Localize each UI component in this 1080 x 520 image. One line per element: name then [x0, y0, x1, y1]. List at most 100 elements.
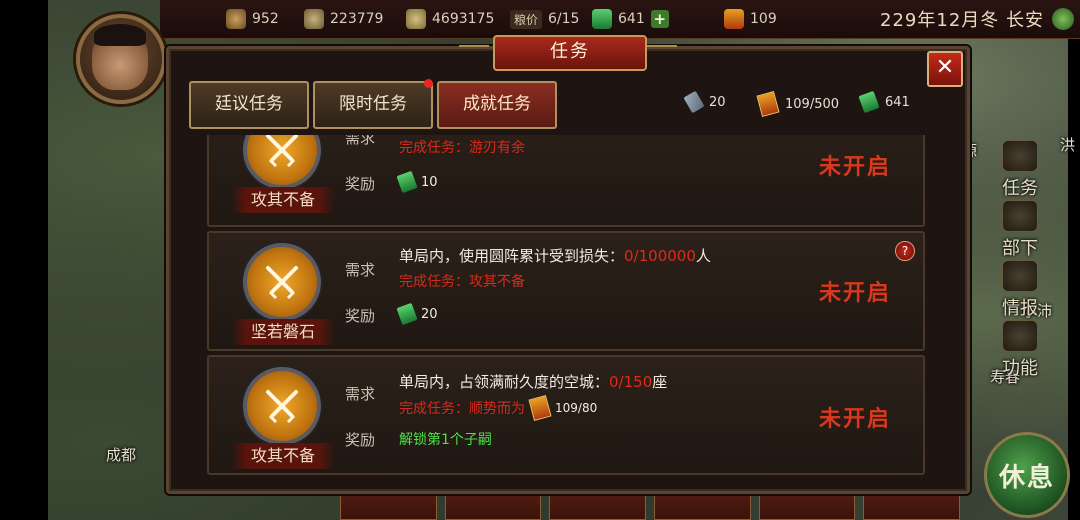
- reward: 解锁第1个子嗣: [399, 432, 492, 448]
- panel-title: 任务: [493, 35, 647, 71]
- tab-achievement-tasks[interactable]: 成就任务: [437, 81, 557, 129]
- resource-grain: 223779: [304, 8, 383, 30]
- title-ornament-left: [459, 45, 489, 61]
- task-card: 攻其不备 需求 单局内，占领满耐久度的空城：0/150座 完成任务：顺势而为 1…: [207, 355, 925, 475]
- crossed-swords-icon: [243, 243, 321, 321]
- coin-value: 952: [252, 11, 279, 27]
- resource-order: 109: [724, 8, 777, 30]
- coin-icon: [226, 9, 246, 29]
- stat-money-value: 641: [885, 94, 910, 110]
- help-icon[interactable]: ?: [895, 241, 915, 261]
- date-location: 229年12月冬 长安: [880, 10, 1044, 31]
- close-button[interactable]: ✕: [927, 51, 963, 87]
- reward-value: 10: [421, 174, 438, 190]
- grain-value: 223779: [330, 11, 384, 27]
- order-icon: [724, 9, 744, 29]
- order-icon: [756, 91, 780, 117]
- reward-value: 20: [421, 306, 438, 322]
- requirement-progress: 0/100000: [624, 247, 696, 265]
- task-status: 未开启: [819, 280, 892, 306]
- task-status: 未开启: [819, 406, 892, 432]
- resource-wheat: 4693175: [406, 8, 494, 30]
- side-menu-subordinates-label: 部下: [1002, 238, 1038, 259]
- requirement-label: 需求: [345, 135, 376, 147]
- task-list[interactable]: 攻其不备 需求 完成任务：游刃有余 奖励 10 未开启 坚若磐石 需求 单局内，…: [205, 135, 927, 475]
- order-icon: [528, 395, 552, 421]
- side-menu-functions-label: 功能: [1002, 358, 1038, 379]
- grain-price-label: 粮价: [510, 9, 543, 29]
- prerequisite-description: 完成任务：顺势而为: [399, 401, 525, 417]
- notification-dot: [424, 79, 433, 88]
- side-menu-tasks[interactable]: 任务: [990, 140, 1050, 200]
- reward-label: 奖励: [345, 431, 376, 449]
- tab-limited-tasks[interactable]: 限时任务: [313, 79, 433, 129]
- scroll-icon: [1002, 140, 1038, 172]
- scroll-icon: [683, 90, 705, 114]
- requirement-text: 单局内，占领满耐久度的空城：0/150座: [399, 371, 667, 392]
- tab-court-tasks[interactable]: 廷议任务: [189, 81, 309, 129]
- add-money-button[interactable]: +: [650, 10, 669, 28]
- task-card: 攻其不备 需求 完成任务：游刃有余 奖励 10 未开启: [207, 135, 925, 227]
- rest-button[interactable]: 休息: [984, 432, 1070, 518]
- task-name: 攻其不备: [231, 187, 335, 213]
- grain-price-value: 6/15: [548, 11, 580, 27]
- money-icon: [396, 302, 418, 326]
- money-icon: [396, 170, 418, 194]
- crossed-swords-icon: [243, 135, 321, 189]
- avatar-hair: [94, 24, 146, 46]
- task-name: 攻其不备: [231, 443, 335, 469]
- reward: 10: [396, 170, 438, 194]
- side-menu-intel-label: 情报: [1002, 298, 1038, 319]
- stat-order-value: 109/500: [785, 96, 840, 112]
- wheat-value: 4693175: [432, 11, 495, 27]
- requirement-description: 单局内，占领满耐久度的空城：: [399, 373, 610, 391]
- reward-label: 奖励: [345, 175, 376, 193]
- grain-sack-icon: [304, 9, 324, 29]
- requirement-text: 单局内，使用圆阵累计受到损失：0/100000人: [399, 245, 711, 266]
- side-menu-subordinates[interactable]: 部下: [990, 200, 1050, 260]
- stat-scroll-value: 20: [709, 94, 726, 110]
- task-card: 坚若磐石 需求 单局内，使用圆阵累计受到损失：0/100000人 完成任务：攻其…: [207, 231, 925, 351]
- money-icon: [858, 90, 880, 114]
- requirement-progress: 0/150: [609, 373, 653, 391]
- money-icon: [592, 9, 612, 29]
- requirement-label: 需求: [345, 261, 376, 279]
- prerequisite-progress: 109/80: [555, 401, 598, 415]
- requirement-label: 需求: [345, 385, 376, 403]
- soldier-icon: [1002, 200, 1038, 232]
- stat-money: 641: [858, 90, 910, 114]
- reward-label: 奖励: [345, 307, 376, 325]
- order-value: 109: [750, 11, 777, 27]
- right-black-bar: [1068, 0, 1080, 520]
- task-status: 未开启: [819, 154, 892, 180]
- requirement-unit: 人: [695, 247, 711, 265]
- gear-icon: [1002, 320, 1038, 352]
- settings-icon[interactable]: [1052, 8, 1074, 30]
- player-avatar[interactable]: [76, 14, 166, 104]
- house-icon: [1002, 260, 1038, 292]
- wheat-icon: [406, 9, 426, 29]
- map-label-chengdu[interactable]: 成都: [106, 444, 136, 465]
- tab-limited-tasks-label: 限时任务: [339, 94, 407, 114]
- requirement-unit: 座: [652, 373, 668, 391]
- side-menu-tasks-label: 任务: [1002, 178, 1038, 199]
- side-menu-functions[interactable]: 功能: [990, 320, 1050, 380]
- resource-coin: 952: [226, 8, 279, 30]
- prerequisite-text: 完成任务：顺势而为 109/80: [399, 395, 598, 421]
- resource-money: 641 +: [592, 8, 669, 30]
- side-menu-intel[interactable]: 情报: [990, 260, 1050, 320]
- stat-order: 109/500: [756, 91, 840, 117]
- task-panel: 任务 ✕ 廷议任务 限时任务 成就任务 20 109/500 641 攻其不备 …: [166, 35, 970, 494]
- stat-scroll: 20: [683, 90, 726, 114]
- title-ornament-right: [647, 45, 677, 61]
- task-name: 坚若磐石: [231, 319, 335, 345]
- reward: 20: [396, 302, 438, 326]
- requirement-description: 单局内，使用圆阵累计受到损失：: [399, 247, 625, 265]
- crossed-swords-icon: [243, 367, 321, 445]
- resource-grain-price: 粮价 6/15: [510, 8, 579, 30]
- left-black-bar: [0, 0, 48, 520]
- prerequisite-text: 完成任务：游刃有余: [399, 140, 525, 156]
- map-label-hong[interactable]: 洪: [1060, 134, 1075, 155]
- resource-bar: 952 223779 4693175 粮价 6/15 641 + 109 229…: [160, 0, 1080, 39]
- prerequisite-text: 完成任务：攻其不备: [399, 274, 525, 290]
